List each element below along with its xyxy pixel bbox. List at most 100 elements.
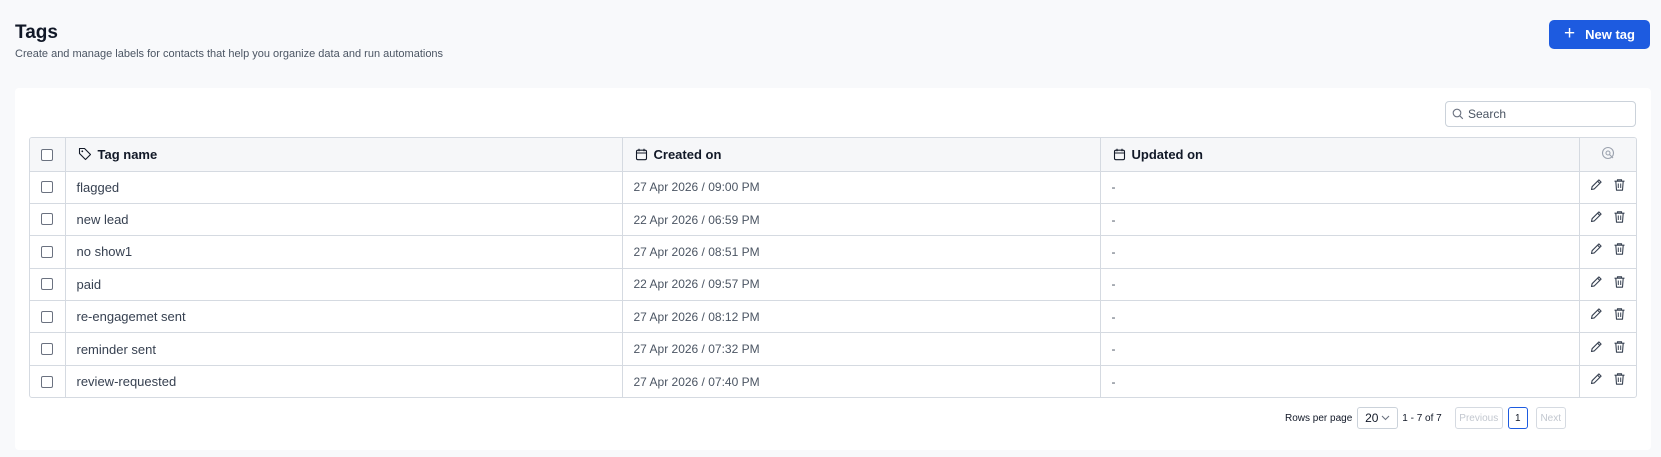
search-box[interactable] xyxy=(1445,101,1636,127)
table-row: no show1 27 Apr 2026 / 08:51 PM - xyxy=(30,235,1636,269)
tag-name-cell: reminder sent xyxy=(65,332,623,366)
created-on-cell: 22 Apr 2026 / 06:59 PM xyxy=(622,203,1101,237)
next-button[interactable]: Next xyxy=(1535,407,1566,429)
table-row: flagged 27 Apr 2026 / 09:00 PM - xyxy=(30,171,1636,204)
table-row: review-requested 27 Apr 2026 / 07:40 PM … xyxy=(30,365,1636,397)
tag-name: flagged xyxy=(76,179,120,195)
columns-settings-icon[interactable] xyxy=(1601,146,1615,160)
updated-on-cell: - xyxy=(1100,268,1580,302)
tag-name: reminder sent xyxy=(76,341,156,357)
updated-on-cell: - xyxy=(1100,171,1580,204)
updated-on-cell: - xyxy=(1100,300,1580,334)
table-header-row: Tag name Created on Updated on xyxy=(30,138,1636,172)
created-on-cell: 22 Apr 2026 / 09:57 PM xyxy=(622,268,1101,302)
search-input[interactable] xyxy=(1468,107,1628,121)
trash-icon[interactable] xyxy=(1613,307,1626,321)
select-all-cell xyxy=(30,138,66,172)
created-on-cell: 27 Apr 2026 / 08:51 PM xyxy=(622,235,1101,269)
created-on-value: 27 Apr 2026 / 07:32 PM xyxy=(633,342,760,357)
trash-icon[interactable] xyxy=(1613,275,1626,289)
updated-on-value: - xyxy=(1111,212,1116,227)
tag-name-cell: new lead xyxy=(65,203,623,237)
pencil-icon[interactable] xyxy=(1589,210,1603,224)
tag-name-cell: review-requested xyxy=(65,365,623,397)
tag-name-cell: paid xyxy=(65,268,623,302)
row-checkbox-cell xyxy=(30,332,66,366)
column-header-updated-on[interactable]: Updated on xyxy=(1100,138,1580,172)
rows-per-page-select[interactable]: 20 xyxy=(1357,407,1399,429)
column-label-updated-on: Updated on xyxy=(1131,146,1204,162)
tags-card: Tag name Created on xyxy=(15,88,1651,450)
tag-name: no show1 xyxy=(76,244,133,260)
table-row: reminder sent 27 Apr 2026 / 07:32 PM - xyxy=(30,332,1636,366)
updated-on-value: - xyxy=(1111,180,1116,195)
created-on-cell: 27 Apr 2026 / 07:32 PM xyxy=(622,332,1101,366)
pencil-icon[interactable] xyxy=(1589,178,1603,192)
row-checkbox-cell xyxy=(30,268,66,302)
tag-name: new lead xyxy=(76,212,129,228)
rows-per-page-value: 20 xyxy=(1365,411,1379,425)
trash-icon[interactable] xyxy=(1613,242,1626,256)
created-on-value: 27 Apr 2026 / 09:00 PM xyxy=(633,180,760,195)
row-checkbox-cell xyxy=(30,203,66,237)
trash-icon[interactable] xyxy=(1613,340,1626,354)
row-checkbox[interactable] xyxy=(41,278,54,291)
pencil-icon[interactable] xyxy=(1589,242,1603,256)
column-label-tag-name: Tag name xyxy=(97,146,158,162)
tag-name: review-requested xyxy=(76,374,177,390)
pencil-icon[interactable] xyxy=(1589,275,1603,289)
plus-icon: + xyxy=(1564,23,1576,44)
updated-on-cell: - xyxy=(1100,235,1580,269)
created-on-value: 27 Apr 2026 / 07:40 PM xyxy=(633,374,760,389)
calendar-icon xyxy=(635,148,647,161)
previous-button[interactable]: Previous xyxy=(1454,407,1503,429)
page-subtitle: Create and manage labels for contacts th… xyxy=(15,48,444,60)
row-checkbox[interactable] xyxy=(41,310,54,323)
trash-icon[interactable] xyxy=(1613,210,1626,224)
row-actions-cell xyxy=(1579,300,1636,334)
table-row: paid 22 Apr 2026 / 09:57 PM - xyxy=(30,268,1636,302)
calendar-icon xyxy=(1113,148,1125,161)
row-checkbox[interactable] xyxy=(41,213,54,226)
select-all-checkbox[interactable] xyxy=(41,149,54,162)
trash-icon[interactable] xyxy=(1613,178,1626,192)
tag-name: paid xyxy=(76,276,102,292)
updated-on-cell: - xyxy=(1100,332,1580,366)
created-on-cell: 27 Apr 2026 / 09:00 PM xyxy=(622,171,1101,204)
row-actions-cell xyxy=(1579,235,1636,269)
chevron-down-icon xyxy=(1382,415,1390,421)
row-checkbox[interactable] xyxy=(41,375,54,388)
page-1-button[interactable]: 1 xyxy=(1507,407,1528,429)
tag-name: re-engagemet sent xyxy=(76,309,186,325)
row-actions-cell xyxy=(1579,171,1636,204)
rows-per-page-label: Rows per page xyxy=(1285,412,1353,424)
pencil-icon[interactable] xyxy=(1589,307,1603,321)
new-tag-button[interactable]: + New tag xyxy=(1549,20,1650,49)
updated-on-value: - xyxy=(1111,277,1116,292)
tag-name-cell: flagged xyxy=(65,171,623,204)
created-on-cell: 27 Apr 2026 / 07:40 PM xyxy=(622,365,1101,397)
row-checkbox[interactable] xyxy=(41,245,54,258)
search-icon xyxy=(1452,108,1464,120)
created-on-cell: 27 Apr 2026 / 08:12 PM xyxy=(622,300,1101,334)
row-actions-cell xyxy=(1579,332,1636,366)
row-actions-cell xyxy=(1579,268,1636,302)
created-on-value: 22 Apr 2026 / 06:59 PM xyxy=(633,212,760,227)
row-checkbox[interactable] xyxy=(41,180,54,193)
trash-icon[interactable] xyxy=(1613,372,1626,386)
pagination: Rows per page 20 1 - 7 of 7 Previous 1 N… xyxy=(1285,406,1637,430)
row-checkbox[interactable] xyxy=(41,342,54,355)
new-tag-label: New tag xyxy=(1585,27,1635,42)
column-header-created-on[interactable]: Created on xyxy=(622,138,1101,172)
tag-name-cell: no show1 xyxy=(65,235,623,269)
updated-on-value: - xyxy=(1111,342,1116,357)
tag-name-cell: re-engagemet sent xyxy=(65,300,623,334)
column-header-tag-name[interactable]: Tag name xyxy=(65,138,623,172)
created-on-value: 27 Apr 2026 / 08:51 PM xyxy=(633,244,760,259)
row-actions-cell xyxy=(1579,365,1636,397)
row-checkbox-cell xyxy=(30,300,66,334)
tags-table: Tag name Created on Updated on flagged 2… xyxy=(29,137,1637,398)
pencil-icon[interactable] xyxy=(1589,372,1603,386)
pencil-icon[interactable] xyxy=(1589,340,1603,354)
range-text: 1 - 7 of 7 xyxy=(1402,412,1442,424)
